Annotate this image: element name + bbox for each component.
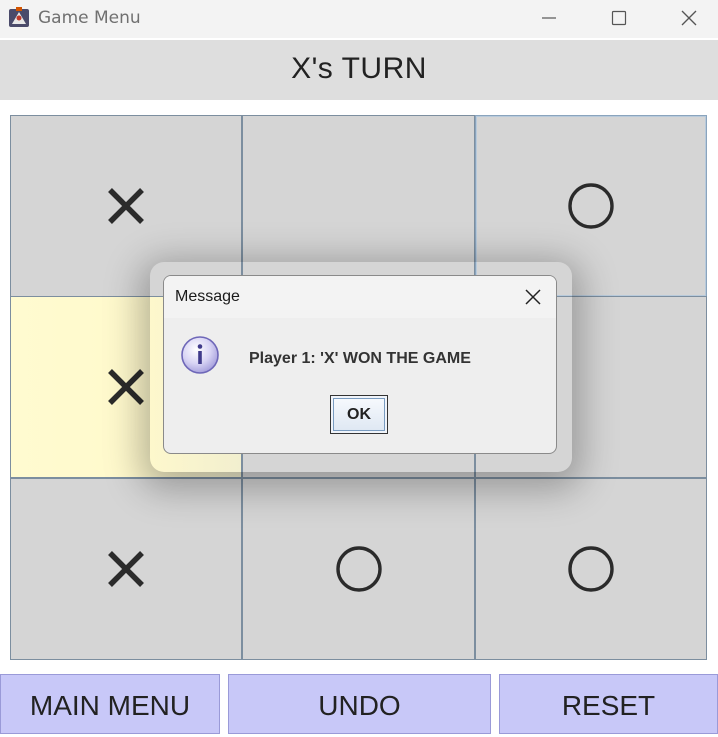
turn-header: X's TURN	[0, 40, 718, 100]
main-menu-button[interactable]: MAIN MENU	[0, 674, 220, 734]
board-cell-8[interactable]	[242, 478, 475, 660]
window-title: Game Menu	[38, 8, 141, 28]
o-mark-icon	[568, 546, 614, 592]
undo-button[interactable]: UNDO	[228, 674, 491, 734]
board-cell-7[interactable]	[10, 478, 242, 660]
java-app-icon	[8, 6, 31, 29]
dialog-close-button[interactable]	[520, 284, 546, 310]
dialog-titlebar: Message	[164, 276, 556, 318]
board-cell-1[interactable]	[10, 115, 242, 297]
close-icon	[525, 289, 541, 305]
message-dialog: Message Player 1: 'X' WON THE GAME OK	[163, 275, 557, 454]
dialog-title: Message	[175, 288, 240, 305]
board-cell-2[interactable]	[242, 115, 475, 297]
reset-button[interactable]: RESET	[499, 674, 718, 734]
x-mark-icon	[108, 188, 144, 224]
o-mark-icon	[568, 183, 614, 229]
ok-button-label: OK	[333, 398, 385, 431]
board-cell-3[interactable]	[475, 115, 707, 297]
turn-indicator: X's TURN	[291, 52, 427, 85]
maximize-button[interactable]	[596, 0, 642, 36]
minimize-button[interactable]	[526, 0, 572, 36]
x-mark-icon	[108, 369, 144, 405]
close-window-button[interactable]	[666, 0, 712, 36]
o-mark-icon	[335, 546, 382, 592]
dialog-message: Player 1: 'X' WON THE GAME	[249, 350, 471, 367]
information-icon	[179, 334, 221, 380]
board-cell-9[interactable]	[475, 478, 707, 660]
ok-button[interactable]: OK	[330, 395, 388, 434]
window-titlebar: Game Menu	[0, 0, 718, 38]
x-mark-icon	[108, 551, 144, 587]
